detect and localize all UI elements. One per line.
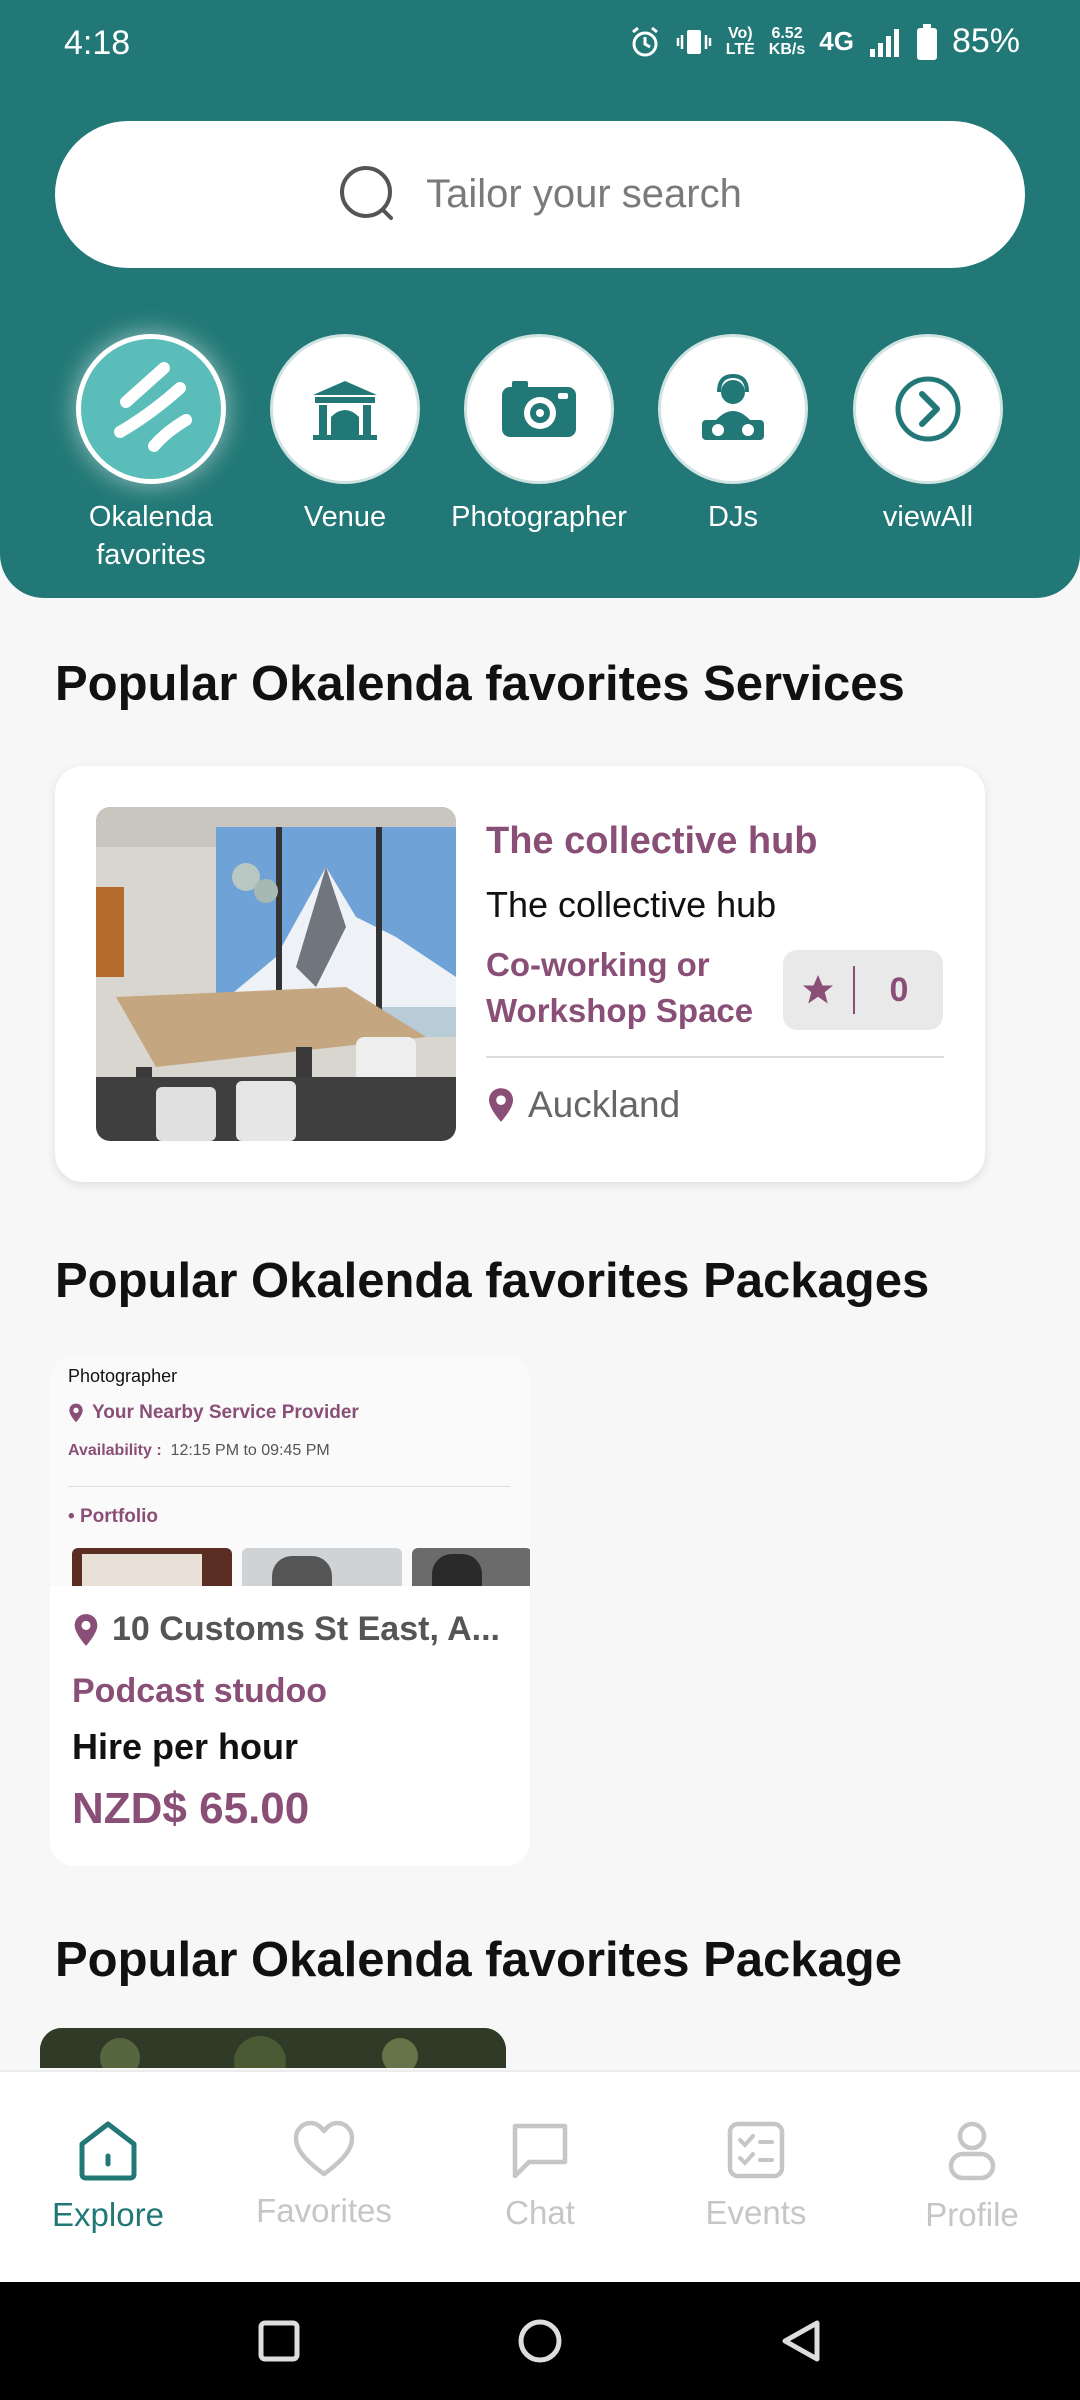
package-location-text: 10 Customs St East, A... [112, 1610, 500, 1648]
home-icon [79, 2121, 137, 2181]
preview-portfolio: • Portfolio [68, 1506, 159, 1527]
packages-section-title: Popular Okalenda favorites Packages [55, 1254, 930, 1308]
package-card-peek[interactable] [40, 2028, 506, 2068]
package-card[interactable]: Photographer Your Nearby Service Provide… [50, 1356, 530, 1866]
service-location-text: Auckland [528, 1084, 681, 1125]
header: 4:18 Vo) LTE 6.52 KB/s 4G 85% Tailor your … [0, 0, 1080, 598]
category-view-all[interactable]: viewAll [833, 334, 1023, 536]
net-speed: 6.52 KB/s [768, 24, 806, 58]
chevron-right-circle-icon [895, 376, 961, 442]
status-bar: 4:18 Vo) LTE 6.52 KB/s 4G 85% [0, 0, 1080, 90]
portfolio-thumb [412, 1548, 530, 1586]
home-button-icon[interactable] [516, 2317, 564, 2365]
category-circle [76, 334, 226, 484]
category-label: DJs [708, 501, 758, 533]
battery-icon [916, 23, 937, 60]
nav-label: Explore [52, 2196, 164, 2233]
vibrate-icon [676, 29, 712, 54]
category-circle [853, 334, 1003, 484]
package-type: Hire per hour [72, 1726, 299, 1767]
nav-label: Events [705, 2194, 807, 2231]
bottom-nav: Explore Favorites Chat Events Profile [0, 2070, 1080, 2282]
portfolio-thumbnails [72, 1548, 530, 1586]
service-image [96, 807, 456, 1141]
nav-chat[interactable]: Chat [432, 2072, 648, 2282]
nav-events[interactable]: Events [648, 2072, 864, 2282]
dj-icon [702, 374, 764, 440]
service-title: The collective hub [486, 820, 818, 862]
availability-label: Availability : [68, 1442, 162, 1459]
profile-icon [948, 2121, 996, 2181]
category-okalenda-favorites[interactable]: Okalenda favorites [56, 334, 246, 574]
search-icon [340, 165, 394, 220]
package-body: 10 Customs St East, A... Podcast studoo … [50, 1586, 530, 1866]
package-name: Podcast studoo [72, 1672, 328, 1710]
location-pin-icon [69, 1403, 83, 1423]
recent-apps-icon[interactable] [257, 2319, 301, 2363]
camera-icon [502, 381, 576, 437]
service-category: Co-working or Workshop Space [486, 946, 754, 1029]
category-label: Photographer [451, 501, 627, 533]
category-venue[interactable]: Venue [250, 334, 440, 536]
star-icon [803, 975, 833, 1004]
services-section-title: Popular Okalenda favorites Services [55, 657, 905, 711]
package-price: NZD$ 65.00 [72, 1784, 310, 1833]
preview-type: Photographer [68, 1366, 178, 1386]
portfolio-label: Portfolio [79, 1506, 159, 1527]
nav-label: Favorites [256, 2192, 392, 2229]
nav-label: Profile [925, 2196, 1019, 2233]
category-circle [658, 334, 808, 484]
preview-provider: Your Nearby Service Provider [68, 1402, 359, 1424]
package-preview: Photographer Your Nearby Service Provide… [50, 1356, 530, 1586]
category-djs[interactable]: DJs [638, 334, 828, 536]
category-photographer[interactable]: Photographer [444, 334, 634, 536]
system-nav-bar [0, 2282, 1080, 2400]
category-label: Okalenda favorites [88, 501, 214, 571]
search-bar[interactable]: Tailor your search [55, 121, 1025, 268]
nav-favorites[interactable]: Favorites [216, 2072, 432, 2282]
rating-badge: 0 [783, 950, 943, 1030]
network-type: 4G [819, 26, 854, 56]
rating-count: 0 [889, 970, 909, 1009]
category-circle [270, 334, 420, 484]
venue-icon [313, 381, 377, 440]
category-row: Okalenda favorites Venue Photographer DJ… [0, 334, 1080, 584]
category-label: viewAll [882, 501, 974, 533]
service-location: Auckland [486, 1084, 680, 1126]
category-circle [464, 334, 614, 484]
nav-explore[interactable]: Explore [0, 2072, 216, 2282]
location-pin-icon [489, 1088, 513, 1122]
location-pin-icon [74, 1613, 98, 1646]
signal-icon [869, 28, 899, 57]
service-card[interactable]: The collective hub The collective hub Co… [55, 766, 985, 1182]
package-section-title: Popular Okalenda favorites Package [55, 1933, 902, 1987]
heart-icon [293, 2120, 355, 2177]
service-subtitle: The collective hub [486, 884, 777, 925]
availability-value: 12:15 PM to 09:45 PM [170, 1442, 330, 1459]
okalenda-logo-icon [114, 362, 192, 452]
preview-provider-text: Your Nearby Service Provider [92, 1402, 359, 1423]
category-label: Venue [303, 501, 387, 533]
search-placeholder: Tailor your search [426, 172, 742, 216]
checklist-icon [727, 2121, 785, 2179]
package-location: 10 Customs St East, A... [72, 1610, 500, 1649]
status-icons: Vo) LTE 6.52 KB/s 4G 85% [628, 22, 1020, 61]
portfolio-thumb [72, 1548, 232, 1586]
screen: { "status": {"time":"4:18","net_speed_to… [0, 0, 1080, 2400]
back-icon[interactable] [779, 2319, 823, 2363]
portfolio-thumb [242, 1548, 402, 1586]
nav-profile[interactable]: Profile [864, 2072, 1080, 2282]
nav-label: Chat [505, 2194, 575, 2231]
battery-percent: 85% [951, 22, 1020, 60]
chat-icon [512, 2123, 568, 2179]
divider [486, 1056, 944, 1058]
volte-indicator: Vo) LTE [725, 24, 755, 58]
alarm-icon [631, 26, 658, 56]
status-time: 4:18 [64, 24, 131, 62]
preview-availability: Availability : 12:15 PM to 09:45 PM [68, 1442, 330, 1460]
divider [68, 1486, 510, 1487]
